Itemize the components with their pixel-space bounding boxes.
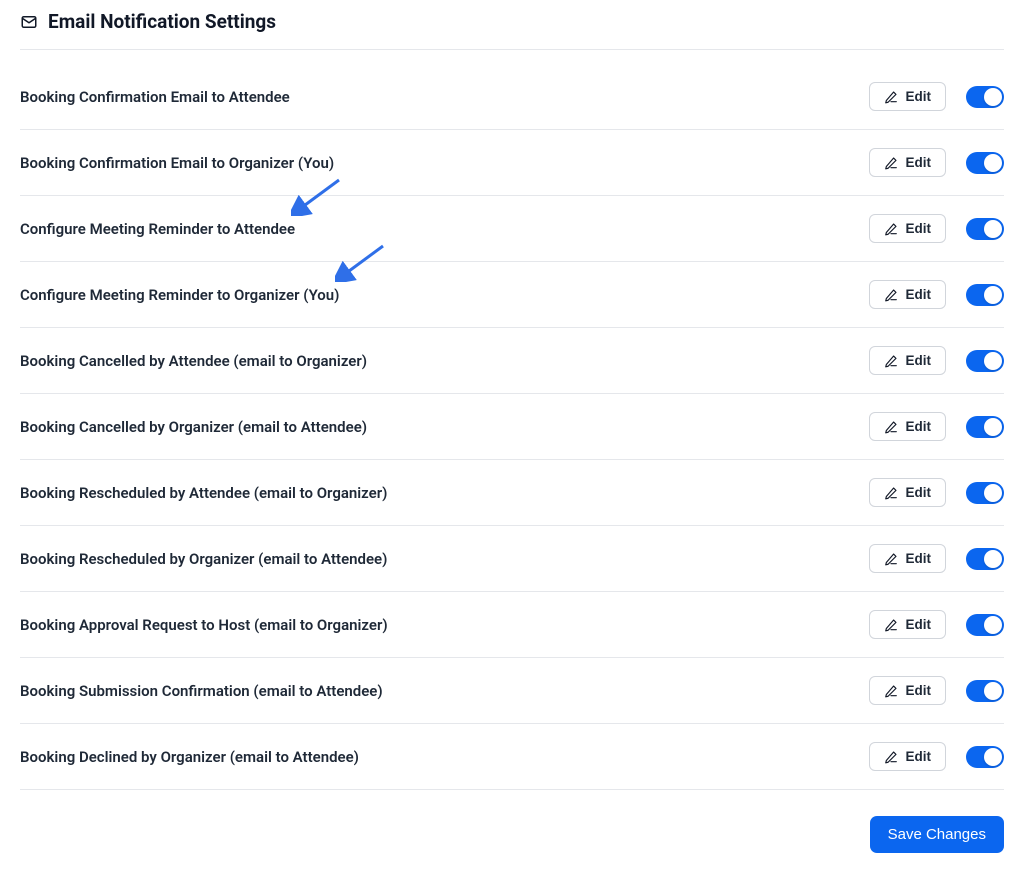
edit-button[interactable]: Edit [869, 412, 947, 441]
row-actions: Edit [869, 610, 1005, 639]
setting-label: Booking Rescheduled by Attendee (email t… [20, 484, 387, 502]
setting-label: Booking Rescheduled by Organizer (email … [20, 550, 387, 568]
setting-row: Booking Confirmation Email to Organizer … [20, 130, 1004, 196]
edit-button-label: Edit [906, 749, 932, 764]
edit-button[interactable]: Edit [869, 742, 947, 771]
enable-toggle[interactable] [966, 350, 1004, 372]
toggle-knob [984, 682, 1002, 700]
toggle-knob [984, 286, 1002, 304]
edit-button[interactable]: Edit [869, 676, 947, 705]
edit-button-label: Edit [906, 89, 932, 104]
setting-label: Booking Declined by Organizer (email to … [20, 748, 359, 766]
footer: Save Changes [20, 816, 1004, 853]
setting-label: Booking Cancelled by Organizer (email to… [20, 418, 367, 436]
edit-button-label: Edit [906, 155, 932, 170]
row-actions: Edit [869, 346, 1005, 375]
toggle-knob [984, 550, 1002, 568]
setting-label: Configure Meeting Reminder to Attendee [20, 220, 295, 238]
setting-row: Booking Submission Confirmation (email t… [20, 658, 1004, 724]
row-actions: Edit [869, 412, 1005, 441]
setting-row: Booking Approval Request to Host (email … [20, 592, 1004, 658]
edit-button[interactable]: Edit [869, 610, 947, 639]
pencil-icon [884, 552, 898, 566]
enable-toggle[interactable] [966, 482, 1004, 504]
page-header: Email Notification Settings [20, 10, 1004, 50]
row-actions: Edit [869, 478, 1005, 507]
edit-button-label: Edit [906, 419, 932, 434]
setting-row: Booking Confirmation Email to Attendee E… [20, 64, 1004, 130]
toggle-knob [984, 220, 1002, 238]
pencil-icon [884, 420, 898, 434]
edit-button[interactable]: Edit [869, 280, 947, 309]
row-actions: Edit [869, 742, 1005, 771]
edit-button[interactable]: Edit [869, 82, 947, 111]
pencil-icon [884, 222, 898, 236]
enable-toggle[interactable] [966, 86, 1004, 108]
edit-button-label: Edit [906, 551, 932, 566]
edit-button-label: Edit [906, 353, 932, 368]
pencil-icon [884, 90, 898, 104]
enable-toggle[interactable] [966, 284, 1004, 306]
setting-row: Booking Rescheduled by Organizer (email … [20, 526, 1004, 592]
edit-button-label: Edit [906, 617, 932, 632]
pencil-icon [884, 750, 898, 764]
pencil-icon [884, 354, 898, 368]
toggle-knob [984, 748, 1002, 766]
toggle-knob [984, 88, 1002, 106]
setting-label: Booking Approval Request to Host (email … [20, 616, 388, 634]
setting-row: Configure Meeting Reminder to Attendee E… [20, 196, 1004, 262]
enable-toggle[interactable] [966, 614, 1004, 636]
edit-button[interactable]: Edit [869, 346, 947, 375]
setting-label: Booking Confirmation Email to Organizer … [20, 154, 334, 172]
pencil-icon [884, 618, 898, 632]
setting-row: Booking Declined by Organizer (email to … [20, 724, 1004, 790]
pencil-icon [884, 684, 898, 698]
edit-button-label: Edit [906, 485, 932, 500]
edit-button[interactable]: Edit [869, 544, 947, 573]
enable-toggle[interactable] [966, 746, 1004, 768]
setting-row: Booking Rescheduled by Attendee (email t… [20, 460, 1004, 526]
pencil-icon [884, 156, 898, 170]
toggle-knob [984, 154, 1002, 172]
row-actions: Edit [869, 82, 1005, 111]
envelope-icon [20, 13, 38, 31]
toggle-knob [984, 616, 1002, 634]
setting-label: Booking Submission Confirmation (email t… [20, 682, 383, 700]
edit-button-label: Edit [906, 683, 932, 698]
setting-label: Configure Meeting Reminder to Organizer … [20, 286, 339, 304]
setting-row: Booking Cancelled by Organizer (email to… [20, 394, 1004, 460]
settings-list: Booking Confirmation Email to Attendee E… [20, 64, 1004, 790]
enable-toggle[interactable] [966, 152, 1004, 174]
row-actions: Edit [869, 148, 1005, 177]
page-title: Email Notification Settings [48, 10, 276, 33]
edit-button[interactable]: Edit [869, 214, 947, 243]
save-changes-button[interactable]: Save Changes [870, 816, 1004, 853]
row-actions: Edit [869, 676, 1005, 705]
enable-toggle[interactable] [966, 548, 1004, 570]
pencil-icon [884, 288, 898, 302]
edit-button[interactable]: Edit [869, 148, 947, 177]
edit-button-label: Edit [906, 287, 932, 302]
row-actions: Edit [869, 544, 1005, 573]
setting-label: Booking Confirmation Email to Attendee [20, 88, 290, 106]
toggle-knob [984, 352, 1002, 370]
toggle-knob [984, 484, 1002, 502]
enable-toggle[interactable] [966, 416, 1004, 438]
enable-toggle[interactable] [966, 680, 1004, 702]
setting-row: Booking Cancelled by Attendee (email to … [20, 328, 1004, 394]
setting-label: Booking Cancelled by Attendee (email to … [20, 352, 367, 370]
enable-toggle[interactable] [966, 218, 1004, 240]
toggle-knob [984, 418, 1002, 436]
setting-row: Configure Meeting Reminder to Organizer … [20, 262, 1004, 328]
row-actions: Edit [869, 214, 1005, 243]
edit-button[interactable]: Edit [869, 478, 947, 507]
edit-button-label: Edit [906, 221, 932, 236]
row-actions: Edit [869, 280, 1005, 309]
pencil-icon [884, 486, 898, 500]
